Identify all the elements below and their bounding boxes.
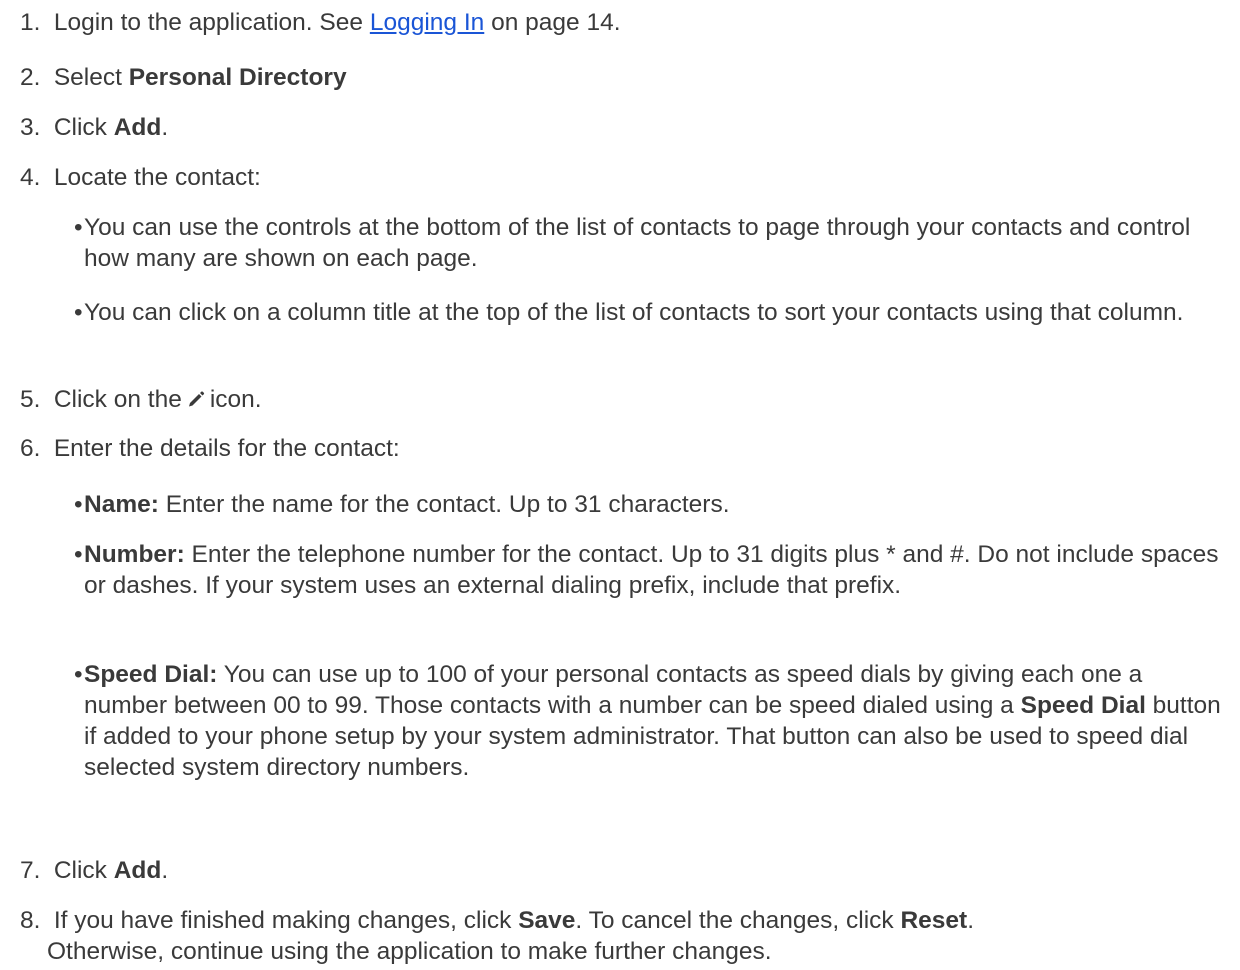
bullet-item-speed-dial: • Speed Dial: You can use up to 100 of y… xyxy=(74,659,1226,783)
step-number: 7. xyxy=(20,857,41,884)
bullet-marker: • xyxy=(74,214,83,241)
step-number: 1. xyxy=(20,9,41,36)
step-text: Enter the details for the contact: xyxy=(53,435,400,462)
step-8-continued: Otherwise, continue using the applicatio… xyxy=(47,936,1226,967)
step-1: 1. Login to the application. See Logging… xyxy=(20,7,1226,38)
step-text: . xyxy=(161,857,169,884)
step-text: Click xyxy=(53,857,114,884)
save-label: Save xyxy=(518,907,576,934)
step-number: 3. xyxy=(20,114,41,141)
step-7: 7. Click Add. xyxy=(20,855,1226,886)
step-text: on page 14. xyxy=(484,9,621,36)
bullet-item-number: • Number: Enter the telephone number for… xyxy=(74,539,1226,601)
field-description: Enter the name for the contact. Up to 31… xyxy=(158,491,730,518)
step-number: 2. xyxy=(20,64,41,91)
reset-label: Reset xyxy=(900,907,968,934)
pencil-icon xyxy=(186,386,206,417)
field-label: Speed Dial: xyxy=(84,661,218,688)
step-text: icon. xyxy=(209,386,262,413)
step-text: Otherwise, continue using the applicatio… xyxy=(47,938,772,965)
step-text: . xyxy=(967,907,975,934)
step-number: 5. xyxy=(20,386,41,413)
bullet-item-name: • Name: Enter the name for the contact. … xyxy=(74,489,1226,520)
step-6: 6. Enter the details for the contact: xyxy=(20,433,1226,464)
step-text: Login to the application. See xyxy=(53,9,370,36)
bullet-marker: • xyxy=(74,661,83,688)
step-text: . xyxy=(161,114,169,141)
step-4: 4. Locate the contact: xyxy=(20,162,1226,193)
bullet-item: • You can use the controls at the bottom… xyxy=(74,212,1226,274)
step-8: 8. If you have finished making changes, … xyxy=(20,905,1226,936)
field-label: Name: xyxy=(84,491,159,518)
step-text: Locate the contact: xyxy=(53,164,261,191)
bullet-item: • You can click on a column title at the… xyxy=(74,297,1226,328)
instructions-page: 1. Login to the application. See Logging… xyxy=(0,0,1240,970)
step-text: Click xyxy=(53,114,114,141)
bullet-marker: • xyxy=(74,491,83,518)
field-description: Enter the telephone number for the conta… xyxy=(84,541,1219,599)
step-number: 4. xyxy=(20,164,41,191)
step-5: 5. Click on the icon. xyxy=(20,384,1226,417)
step-text: Select xyxy=(53,64,129,91)
step-bold: Add xyxy=(113,857,162,884)
step-text: . To cancel the changes, click xyxy=(575,907,901,934)
bullet-marker: • xyxy=(74,541,83,568)
field-label: Number: xyxy=(84,541,185,568)
bullet-marker: • xyxy=(74,299,83,326)
step-3: 3. Click Add. xyxy=(20,112,1226,143)
step-bold: Personal Directory xyxy=(128,64,347,91)
step-text: If you have finished making changes, cli… xyxy=(53,907,519,934)
bullet-text: You can use the controls at the bottom o… xyxy=(84,214,1191,272)
field-description: You can use up to 100 of your personal c… xyxy=(84,661,1143,719)
step-number: 8. xyxy=(20,907,41,934)
bullet-text: You can click on a column title at the t… xyxy=(84,299,1184,326)
step-text: Click on the xyxy=(53,386,182,413)
step-2: 2. Select Personal Directory xyxy=(20,62,1226,93)
step-bold: Add xyxy=(113,114,162,141)
logging-in-link[interactable]: Logging In xyxy=(370,9,484,36)
step-number: 6. xyxy=(20,435,41,462)
field-bold: Speed Dial xyxy=(1020,692,1146,719)
